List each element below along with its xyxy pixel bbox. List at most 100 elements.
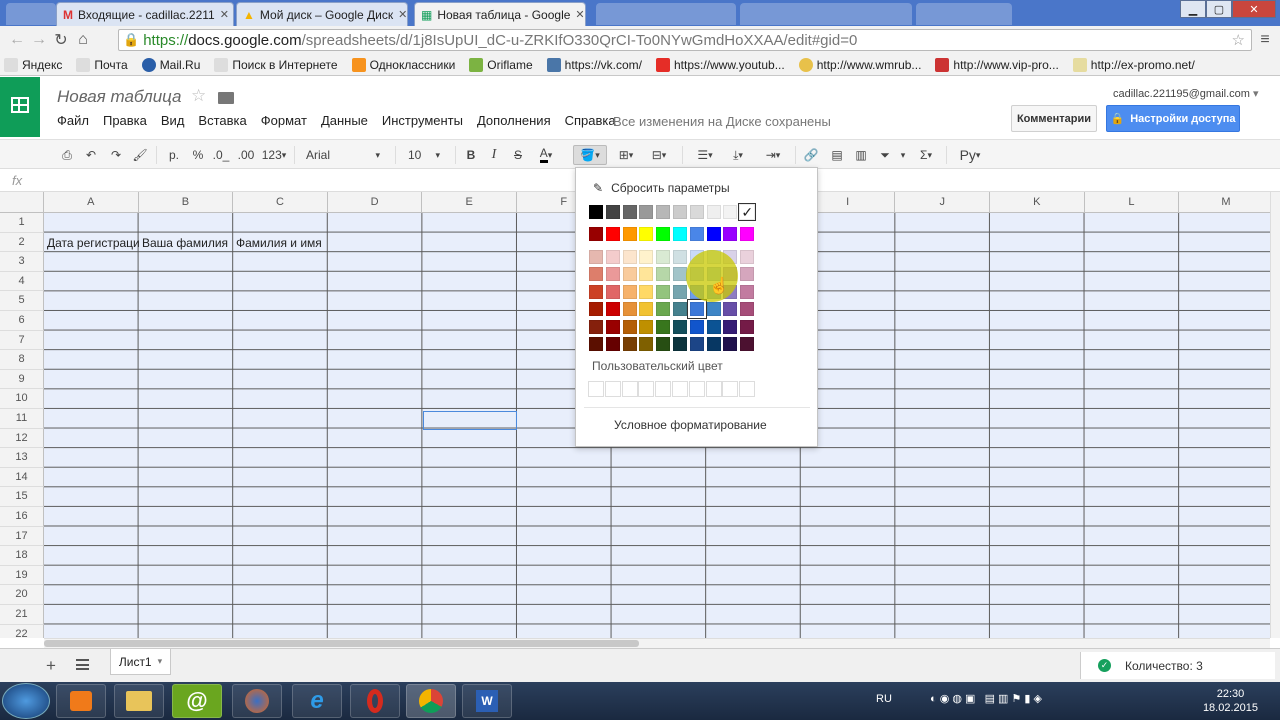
column-header-c[interactable]: C	[233, 192, 328, 213]
custom-color-slot[interactable]	[604, 381, 621, 397]
document-title[interactable]: Новая таблица	[57, 87, 182, 107]
horizontal-scrollbar[interactable]	[44, 638, 1270, 648]
account-email[interactable]: cadillac.221195@gmail.com ▾	[1113, 87, 1259, 100]
reload-icon[interactable]: ↻	[50, 29, 72, 51]
color-swatch[interactable]	[605, 284, 620, 299]
color-swatch[interactable]	[689, 319, 704, 334]
color-swatch[interactable]	[622, 205, 637, 219]
share-button[interactable]: 🔒 Настройки доступа	[1106, 105, 1240, 132]
sheet-tab[interactable]: Лист1 ▾	[110, 649, 171, 675]
firefox-icon[interactable]	[232, 684, 282, 718]
row-header[interactable]: 6	[0, 311, 44, 331]
background-tab[interactable]	[596, 3, 736, 25]
row-header[interactable]: 8	[0, 350, 44, 370]
link-icon[interactable]: 🔗	[801, 145, 821, 165]
menu-data[interactable]: Данные	[321, 113, 368, 128]
custom-color-slot[interactable]	[621, 381, 638, 397]
selection-summary[interactable]: ✓ Количество: 3	[1080, 652, 1275, 679]
menu-view[interactable]: Вид	[161, 113, 185, 128]
row-header[interactable]: 9	[0, 369, 44, 390]
row-header[interactable]: 3	[0, 252, 44, 272]
font-size-select[interactable]: 10 ▾	[404, 145, 444, 165]
select-all-corner[interactable]	[0, 192, 44, 213]
color-swatch[interactable]	[723, 319, 738, 334]
bookmark-item[interactable]: http://ex-promo.net/	[1072, 57, 1195, 72]
color-swatch[interactable]	[706, 205, 721, 219]
cell-B2[interactable]: Ваша фамилия	[142, 236, 234, 250]
filter-icon[interactable]: ⏷	[875, 145, 895, 165]
custom-color-slot[interactable]	[722, 381, 739, 397]
vertical-scrollbar[interactable]	[1270, 192, 1280, 638]
custom-color-slot[interactable]	[638, 381, 655, 397]
row-header[interactable]: 19	[0, 565, 44, 586]
row-header[interactable]: 15	[0, 487, 44, 507]
cell-A2[interactable]: Дата регистрации	[47, 236, 139, 250]
merge-cells-button[interactable]: ⊟ ▾	[643, 145, 675, 165]
conditional-formatting-link[interactable]: Условное форматирование	[614, 418, 767, 432]
address-bar[interactable]: 🔒 https://docs.google.com/spreadsheets/d…	[118, 29, 1252, 51]
color-swatch[interactable]	[639, 227, 654, 241]
color-swatch[interactable]	[740, 250, 755, 264]
color-swatch[interactable]	[673, 319, 687, 334]
bookmark-item[interactable]: Oriflame	[469, 57, 533, 72]
tray-icons[interactable]: ◐ ◉ ◍ ▣ ▤ ▥ ⚑ ▮ ◈	[930, 692, 1042, 705]
color-swatch[interactable]	[605, 302, 620, 317]
back-icon[interactable]: ←	[6, 29, 28, 51]
row-header[interactable]: 16	[0, 507, 44, 527]
tab-gmail[interactable]: M Входящие - cadillac.2211 ✕	[56, 2, 234, 26]
color-swatch[interactable]	[740, 319, 755, 334]
column-header-b[interactable]: B	[139, 192, 234, 213]
vertical-align-button[interactable]: ⤓ ▾	[725, 145, 751, 165]
media-player-icon[interactable]	[56, 684, 106, 718]
bookmark-item[interactable]: Яндекс	[4, 57, 62, 72]
bookmark-item[interactable]: https://vk.com/	[546, 57, 642, 72]
color-swatch[interactable]	[723, 302, 738, 317]
color-swatch[interactable]	[639, 250, 654, 264]
chevron-down-icon[interactable]: ▾	[896, 145, 910, 165]
bookmark-item[interactable]: Mail.Ru	[141, 57, 200, 72]
column-header-e[interactable]: E	[422, 192, 517, 213]
color-swatch[interactable]	[639, 302, 654, 317]
clock[interactable]: 22:30 18.02.2015	[1203, 687, 1258, 715]
column-header-k[interactable]: K	[990, 192, 1085, 213]
word-icon[interactable]: W	[462, 684, 512, 718]
horizontal-align-button[interactable]: ☰ ▾	[690, 145, 720, 165]
color-swatch[interactable]	[673, 302, 687, 317]
color-swatch[interactable]	[589, 227, 603, 241]
custom-color-slot[interactable]	[655, 381, 672, 397]
text-color-button[interactable]: A ▾	[533, 145, 559, 165]
menu-file[interactable]: Файл	[57, 113, 89, 128]
bookmark-item[interactable]: http://www.vip-pro...	[935, 57, 1059, 72]
maximize-icon[interactable]: ▢	[1206, 0, 1232, 18]
forward-icon[interactable]: →	[28, 29, 50, 51]
row-header[interactable]: 13	[0, 448, 44, 468]
bookmark-item[interactable]: Почта	[76, 57, 128, 72]
color-swatch[interactable]	[589, 319, 603, 334]
row-header[interactable]: 11	[0, 409, 44, 429]
color-swatch[interactable]	[656, 250, 671, 264]
opera-icon[interactable]	[350, 684, 400, 718]
bookmark-item[interactable]: http://www.wmrub...	[798, 57, 921, 72]
row-header[interactable]: 18	[0, 546, 44, 566]
row-header[interactable]: 12	[0, 428, 44, 449]
row-header[interactable]: 7	[0, 330, 44, 351]
row-header[interactable]: 20	[0, 585, 44, 605]
chrome-icon[interactable]	[406, 684, 456, 718]
add-sheet-button[interactable]: +	[46, 656, 56, 676]
color-swatch[interactable]	[639, 284, 654, 299]
color-swatch[interactable]	[689, 227, 704, 241]
bookmark-item[interactable]: Поиск в Интернете	[214, 57, 338, 72]
tab-close-icon[interactable]: ✕	[398, 8, 407, 21]
row-header[interactable]: 22	[0, 624, 44, 638]
color-swatch[interactable]	[605, 205, 620, 219]
custom-color-slot[interactable]	[705, 381, 722, 397]
color-swatch[interactable]	[723, 205, 738, 219]
fill-color-button[interactable]: 🪣 ▾	[573, 145, 607, 165]
color-swatch[interactable]	[589, 302, 603, 317]
comments-button[interactable]: Комментарии	[1011, 105, 1097, 132]
tab-drive[interactable]: ▲ Мой диск – Google Диск ✕	[236, 2, 408, 26]
color-swatch[interactable]	[689, 337, 704, 351]
column-header-j[interactable]: J	[895, 192, 990, 213]
color-swatch[interactable]	[673, 250, 687, 264]
row-header[interactable]: 17	[0, 526, 44, 547]
